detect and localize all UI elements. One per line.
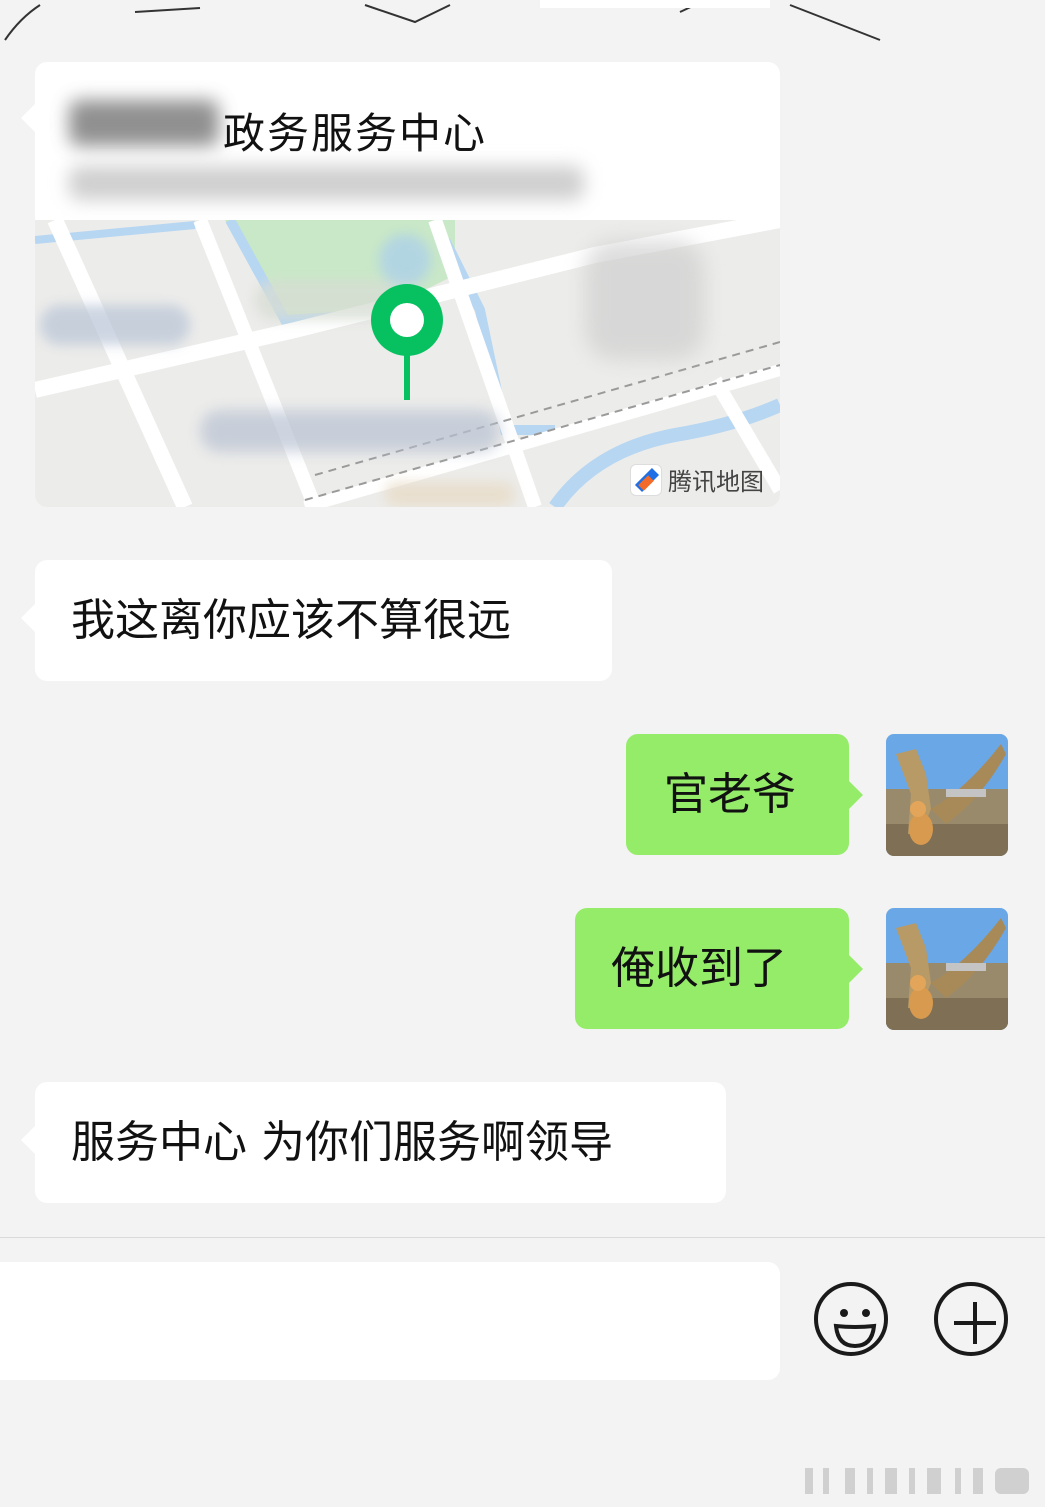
emoji-button[interactable] — [814, 1282, 888, 1356]
avatar[interactable] — [886, 734, 1008, 856]
location-card-tail — [21, 104, 35, 132]
location-title: 政务服务中心 — [223, 109, 488, 158]
message-text: 俺收到了 — [611, 943, 787, 994]
location-name-redacted — [69, 100, 219, 146]
tencent-map-logo-icon — [630, 463, 662, 496]
map-brand: 腾讯地图 — [630, 462, 764, 497]
message-text: 服务中心 为你们服务啊领导 — [71, 1117, 613, 1168]
location-address-redacted — [69, 166, 584, 200]
top-scribble-drawing — [4, 0, 881, 41]
watermark — [805, 1468, 1029, 1494]
input-divider — [0, 1237, 1045, 1238]
avatar-image — [886, 908, 1008, 1030]
message-bubble-outgoing[interactable]: 俺收到了 — [575, 908, 863, 1029]
message-text: 官老爷 — [664, 769, 796, 820]
location-message-card[interactable]: 政务服务中心 腾讯地图 — [35, 62, 780, 507]
avatar[interactable] — [886, 908, 1008, 1030]
message-text: 我这离你应该不算很远 — [71, 595, 511, 646]
plus-button[interactable] — [934, 1282, 1008, 1356]
avatar-image — [886, 734, 1008, 856]
message-input[interactable] — [0, 1262, 780, 1380]
message-bubble-incoming[interactable]: 我这离你应该不算很远 — [21, 560, 612, 681]
map-brand-label: 腾讯地图 — [668, 468, 764, 496]
smiley-icon — [833, 1309, 877, 1349]
message-bubble-incoming[interactable]: 服务中心 为你们服务啊领导 — [21, 1082, 726, 1203]
plus-icon — [954, 1302, 996, 1344]
message-bubble-outgoing[interactable]: 官老爷 — [626, 734, 863, 855]
